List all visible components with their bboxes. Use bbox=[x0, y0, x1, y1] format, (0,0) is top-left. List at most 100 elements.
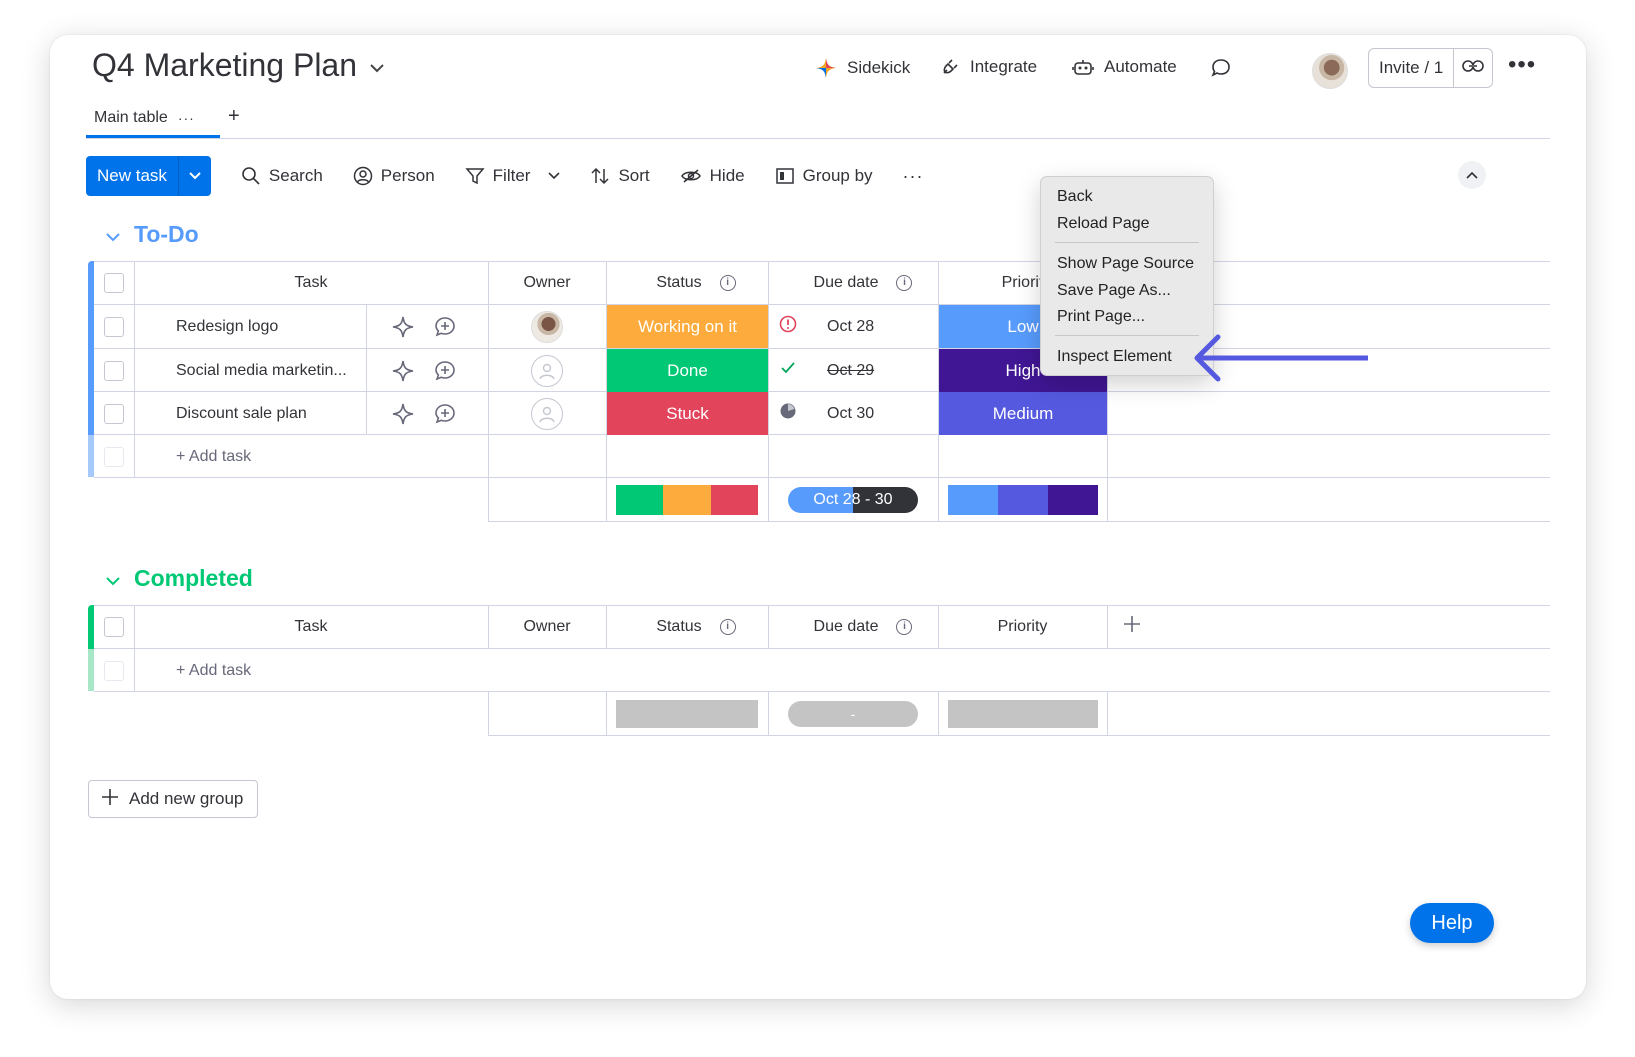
menu-item-print[interactable]: Print Page... bbox=[1057, 308, 1145, 326]
status-summary-bar[interactable] bbox=[616, 692, 758, 735]
sparkle-icon[interactable] bbox=[388, 349, 418, 392]
add-update-icon[interactable] bbox=[430, 349, 460, 392]
priority-summary-bar[interactable] bbox=[948, 478, 1098, 521]
automate-button[interactable]: Automate bbox=[1072, 57, 1177, 77]
menu-item-reload[interactable]: Reload Page bbox=[1057, 215, 1150, 233]
info-icon[interactable]: i bbox=[719, 274, 736, 291]
priority-summary-bar[interactable] bbox=[948, 692, 1098, 735]
info-icon[interactable]: i bbox=[896, 618, 913, 635]
tab-main-table[interactable]: Main table ··· bbox=[86, 101, 220, 138]
add-new-group-button[interactable]: Add new group bbox=[88, 780, 258, 818]
row-checkbox[interactable] bbox=[94, 392, 134, 435]
info-icon[interactable]: i bbox=[896, 274, 913, 291]
column-header-due-date[interactable]: Due date i bbox=[768, 605, 938, 648]
column-header-status[interactable]: Status i bbox=[606, 261, 768, 304]
group-by-button[interactable]: Group by bbox=[775, 166, 873, 186]
tab-more-icon[interactable]: ··· bbox=[178, 110, 195, 126]
user-avatar[interactable] bbox=[1312, 53, 1348, 89]
group-title[interactable]: To-Do bbox=[134, 221, 199, 248]
owner-empty[interactable] bbox=[488, 392, 606, 435]
integrate-button[interactable]: Integrate bbox=[940, 57, 1037, 77]
menu-item-back[interactable]: Back bbox=[1057, 188, 1093, 206]
owner-avatar[interactable] bbox=[488, 305, 606, 348]
menu-item-show-source[interactable]: Show Page Source bbox=[1057, 255, 1194, 273]
priority-label[interactable]: Medium bbox=[939, 392, 1107, 435]
add-view-button[interactable]: + bbox=[228, 105, 240, 128]
copy-link-button[interactable] bbox=[1454, 49, 1492, 87]
search-label: Search bbox=[268, 166, 323, 185]
hide-button[interactable]: Hide bbox=[680, 166, 745, 186]
board-more-icon[interactable]: ••• bbox=[1508, 51, 1536, 79]
new-task-button[interactable]: New task bbox=[86, 156, 211, 196]
help-button[interactable]: Help bbox=[1410, 903, 1494, 943]
status-label[interactable]: Working on it bbox=[607, 305, 768, 348]
group-header-todo[interactable]: To-Do bbox=[106, 221, 199, 248]
group-collapse-icon[interactable] bbox=[106, 565, 120, 592]
group-title[interactable]: Completed bbox=[134, 565, 253, 592]
select-all-checkbox[interactable] bbox=[94, 261, 134, 304]
completed-table: Task Owner Status i Due date i Priority … bbox=[88, 605, 1550, 736]
owner-empty[interactable] bbox=[488, 349, 606, 392]
column-header-owner[interactable]: Owner bbox=[488, 261, 606, 304]
collapse-header-button[interactable] bbox=[1458, 161, 1486, 189]
timeline-summary[interactable]: - bbox=[788, 692, 918, 735]
column-header-owner[interactable]: Owner bbox=[488, 605, 606, 648]
alert-icon bbox=[779, 315, 797, 338]
due-date-cell[interactable]: Oct 29 bbox=[769, 349, 938, 392]
sparkle-icon[interactable] bbox=[388, 392, 418, 435]
board-title[interactable]: Q4 Marketing Plan bbox=[92, 47, 385, 84]
chevron-down-icon[interactable] bbox=[369, 56, 385, 79]
status-label[interactable]: Stuck bbox=[607, 392, 768, 435]
add-update-icon[interactable] bbox=[430, 392, 460, 435]
chat-bubble-icon bbox=[1210, 57, 1232, 79]
info-icon[interactable]: i bbox=[719, 618, 736, 635]
add-task-input[interactable]: + Add task bbox=[134, 649, 434, 692]
add-task-input[interactable]: + Add task bbox=[134, 435, 434, 478]
invite-button[interactable]: Invite / 1 bbox=[1369, 49, 1455, 87]
search-button[interactable]: Search bbox=[241, 166, 323, 186]
menu-item-save-page[interactable]: Save Page As... bbox=[1057, 282, 1171, 300]
column-header-status[interactable]: Status i bbox=[606, 605, 768, 648]
hide-label: Hide bbox=[709, 166, 745, 185]
column-header-task[interactable]: Task bbox=[134, 605, 488, 648]
task-name[interactable]: Redesign logo bbox=[134, 305, 366, 348]
new-task-label[interactable]: New task bbox=[86, 156, 179, 196]
add-column-button[interactable] bbox=[1107, 605, 1157, 648]
toolbar-more-icon[interactable]: ··· bbox=[903, 166, 924, 187]
status-label[interactable]: Done bbox=[607, 349, 768, 392]
due-date-text: Oct 30 bbox=[827, 404, 875, 422]
filter-chevron-icon[interactable] bbox=[548, 172, 561, 180]
task-name[interactable]: Discount sale plan bbox=[134, 392, 366, 435]
sparkle-icon[interactable] bbox=[388, 305, 418, 348]
due-date-cell[interactable]: Oct 28 bbox=[769, 305, 938, 348]
due-date-header-label: Due date bbox=[813, 617, 879, 635]
column-header-due-date[interactable]: Due date i bbox=[768, 261, 938, 304]
tab-divider bbox=[86, 138, 1550, 139]
menu-separator bbox=[1055, 242, 1199, 243]
todo-table: Task Owner Status i Due date i Priorit R… bbox=[88, 261, 1550, 522]
due-date-cell[interactable]: Oct 30 bbox=[769, 392, 938, 435]
row-checkbox[interactable] bbox=[94, 349, 134, 392]
chevron-up-icon bbox=[1466, 166, 1478, 184]
sort-button[interactable]: Sort bbox=[590, 166, 650, 186]
robot-icon bbox=[1072, 57, 1094, 77]
group-header-completed[interactable]: Completed bbox=[106, 565, 253, 592]
select-all-checkbox[interactable] bbox=[94, 605, 134, 648]
filter-button[interactable]: Filter bbox=[465, 166, 561, 186]
sidekick-button[interactable]: Sidekick bbox=[815, 57, 910, 79]
new-task-dropdown-icon[interactable] bbox=[179, 156, 211, 196]
menu-item-inspect-element[interactable]: Inspect Element bbox=[1057, 348, 1172, 366]
row-checkbox[interactable] bbox=[94, 305, 134, 348]
updates-button[interactable] bbox=[1210, 57, 1232, 79]
status-summary-bar[interactable] bbox=[616, 478, 758, 521]
add-update-icon[interactable] bbox=[430, 305, 460, 348]
task-name[interactable]: Social media marketin... bbox=[134, 349, 366, 392]
group-collapse-icon[interactable] bbox=[106, 221, 120, 248]
column-header-task[interactable]: Task bbox=[134, 261, 488, 304]
eye-hidden-icon bbox=[680, 166, 702, 186]
sidekick-label: Sidekick bbox=[847, 58, 911, 77]
column-header-priority[interactable]: Priority bbox=[938, 605, 1107, 648]
timeline-summary[interactable]: Oct 28 - 30 bbox=[788, 478, 918, 521]
person-filter-button[interactable]: Person bbox=[353, 166, 435, 186]
board-title-text[interactable]: Q4 Marketing Plan bbox=[92, 47, 357, 84]
